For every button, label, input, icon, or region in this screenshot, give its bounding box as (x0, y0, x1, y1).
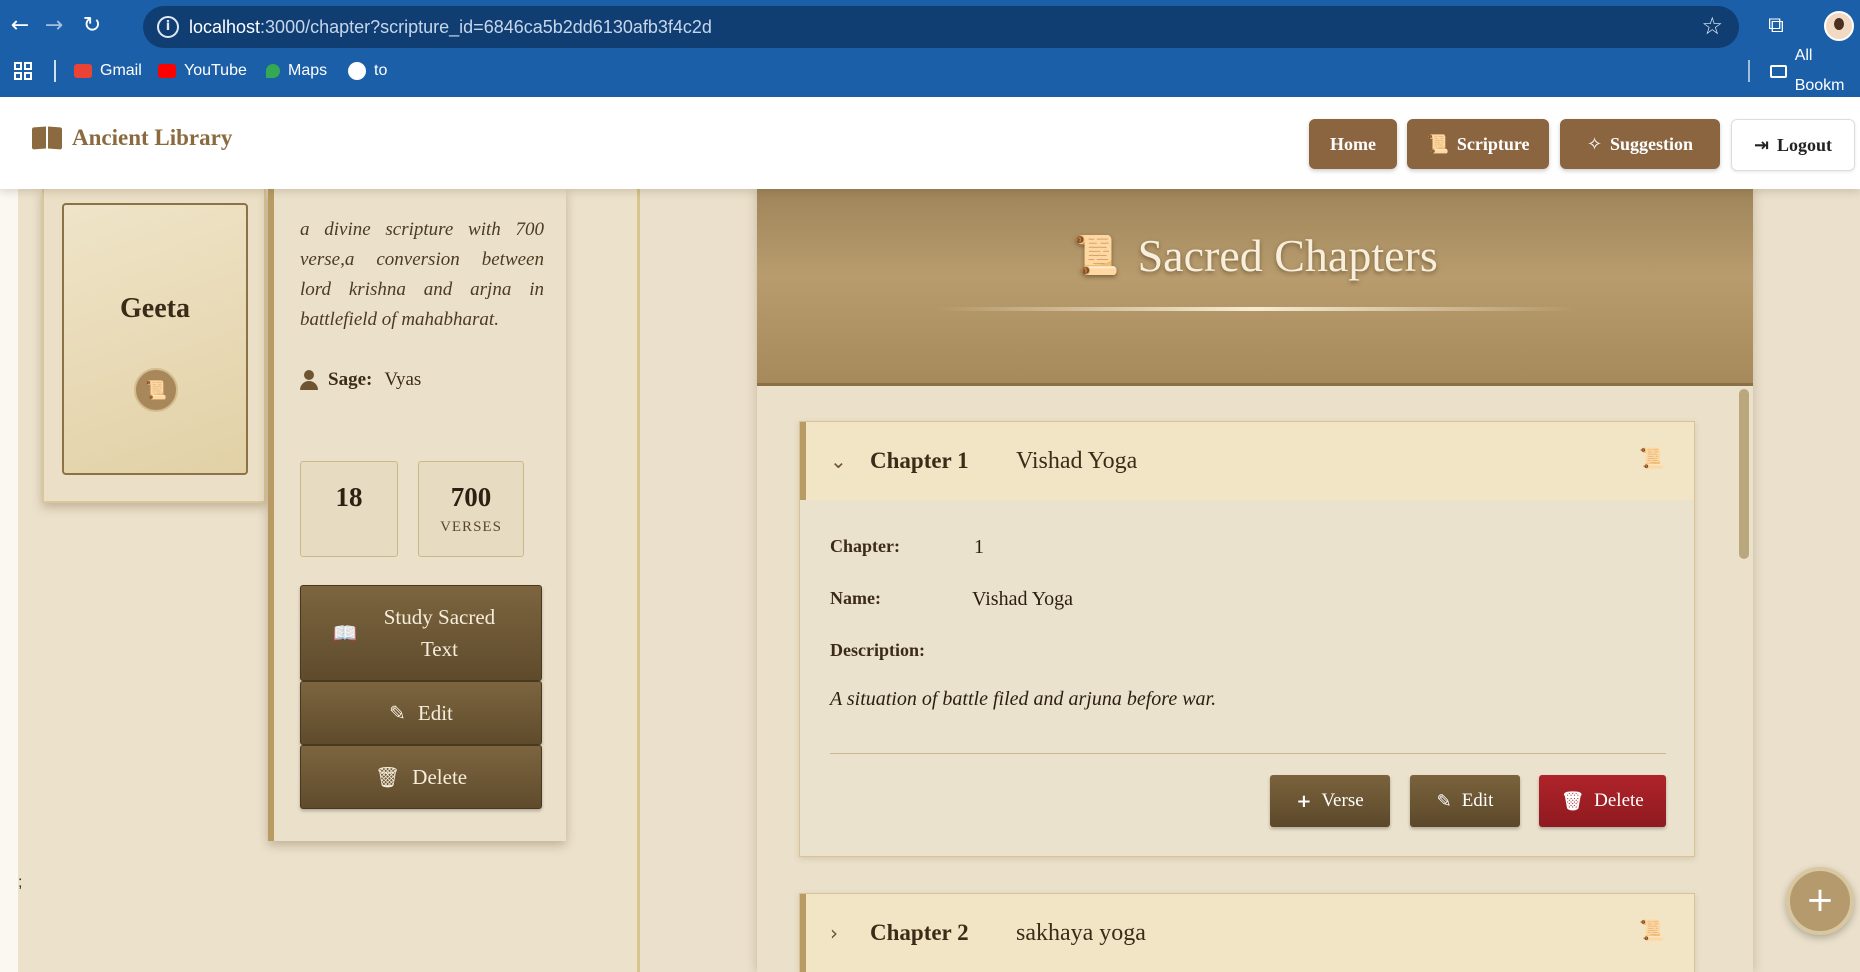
youtube-icon (158, 64, 176, 78)
edit-scripture-button[interactable]: ✎ Edit (300, 681, 542, 745)
delete-scripture-button[interactable]: 🗑 Delete (300, 745, 542, 809)
divider (1748, 60, 1750, 82)
sage-value: Vyas (384, 369, 422, 390)
stray-text: ; (18, 874, 23, 891)
scripture-cover: Geeta 📜 (62, 203, 248, 475)
site-info-icon[interactable]: i (157, 16, 179, 38)
edit-chapter-button[interactable]: ✎ Edit (1410, 775, 1520, 827)
stat-verses: 700 VERSES (418, 461, 524, 557)
scripture-description: a divine scripture with 700 verse,a conv… (300, 219, 544, 330)
nav-scripture-button[interactable]: 📜 Scripture (1407, 119, 1549, 169)
reload-icon[interactable]: ↻ (76, 10, 108, 42)
scripture-title: Geeta (120, 293, 190, 324)
avatar[interactable] (1824, 11, 1854, 41)
scripture-cover-card: Geeta 📜 (42, 189, 266, 503)
chapter-header-row[interactable]: ⌄ Chapter 1 Vishad Yoga 📜 (800, 422, 1694, 500)
gmail-icon (74, 64, 92, 78)
chapter-name-value: Vishad Yoga (972, 588, 1074, 610)
nav-logout-button[interactable]: ⇥ Logout (1731, 119, 1855, 171)
scroll-icon: 📜 (1072, 233, 1120, 277)
delete-chapter-button[interactable]: 🗑 Delete (1539, 775, 1666, 827)
address-bar[interactable]: i localhost:3000/chapter?scripture_id=68… (143, 6, 1739, 48)
url-text[interactable]: localhost:3000/chapter?scripture_id=6846… (189, 6, 712, 48)
sparkle-icon: ✧ (1586, 133, 1603, 155)
all-bookmarks[interactable]: All Bookm (1770, 47, 1860, 94)
title-divider (935, 307, 1575, 311)
edit-icon: ✎ (389, 701, 406, 725)
nav-home-button[interactable]: Home (1309, 119, 1397, 169)
app-header: Ancient Library Home 📜 Scripture ✧ Sugge… (0, 97, 1860, 189)
chapters-header: 📜 Sacred Chapters (757, 189, 1753, 386)
extensions-icon[interactable]: ⧉ (1760, 10, 1792, 42)
scroll-icon: 📜 (1639, 918, 1664, 942)
globe-icon (348, 62, 366, 80)
chapter-card: › Chapter 2 sakhaya yoga 📜 (799, 893, 1695, 972)
scroll-icon: 📜 (1639, 446, 1664, 470)
scripture-info-panel: a divine scripture with 700 verse,a conv… (268, 189, 566, 841)
apps-grid-icon[interactable] (14, 62, 32, 80)
book-open-icon (32, 127, 62, 149)
edit-icon: ✎ (1436, 790, 1452, 812)
brand-logo[interactable]: Ancient Library (32, 125, 232, 151)
maps-icon (266, 64, 280, 78)
sage-label: Sage: (328, 369, 373, 390)
scroll-icon: 📜 (1426, 133, 1449, 155)
sage-row: Sage: Vyas (300, 369, 421, 391)
chevron-down-icon[interactable]: ⌄ (830, 449, 870, 473)
divider (830, 753, 1666, 754)
trash-icon: 🗑 (1561, 790, 1585, 812)
bookmark-youtube[interactable]: YouTube (158, 56, 247, 86)
add-verse-button[interactable]: + Verse (1270, 775, 1390, 827)
bookmark-gmail[interactable]: Gmail (74, 56, 142, 86)
bookmark-to[interactable]: to (348, 56, 387, 86)
chapter-card: ⌄ Chapter 1 Vishad Yoga 📜 Chapter: 1 Nam… (799, 421, 1695, 857)
chapter-number-value: 1 (974, 536, 984, 558)
browser-chrome: ← → ↻ i localhost:3000/chapter?scripture… (0, 0, 1860, 97)
scrollbar[interactable] (1739, 389, 1749, 559)
bookmarks-bar: Gmail YouTube Maps to All Bookm (0, 47, 1860, 94)
study-sacred-text-button[interactable]: 📖 Study Sacred Text (300, 585, 542, 681)
stat-chapters: 18 (300, 461, 398, 557)
back-icon[interactable]: ← (4, 10, 36, 42)
page-margin (0, 189, 18, 972)
nav-suggestion-button[interactable]: ✧ Suggestion (1560, 119, 1720, 169)
logout-icon: ⇥ (1753, 134, 1770, 156)
chapters-panel: 📜 Sacred Chapters ⌄ Chapter 1 Vishad Yog… (757, 189, 1753, 972)
add-chapter-fab[interactable]: + (1786, 867, 1854, 935)
book-open-icon: 📖 (332, 621, 358, 645)
trash-icon: 🗑 (374, 765, 401, 789)
chevron-right-icon[interactable]: › (830, 921, 870, 945)
scroll-icon: 📜 (134, 368, 178, 412)
divider (54, 60, 56, 82)
page-title: 📜 Sacred Chapters (1072, 230, 1438, 281)
bookmark-maps[interactable]: Maps (266, 56, 327, 86)
chapter-description: A situation of battle filed and arjuna b… (830, 688, 1217, 710)
bookmark-star-icon[interactable]: ☆ (1701, 12, 1723, 40)
chapter-header-row[interactable]: › Chapter 2 sakhaya yoga 📜 (800, 894, 1694, 972)
folder-icon (1770, 64, 1787, 78)
user-icon (300, 370, 318, 390)
plus-icon: + (1296, 790, 1312, 812)
forward-icon[interactable]: → (38, 10, 70, 42)
